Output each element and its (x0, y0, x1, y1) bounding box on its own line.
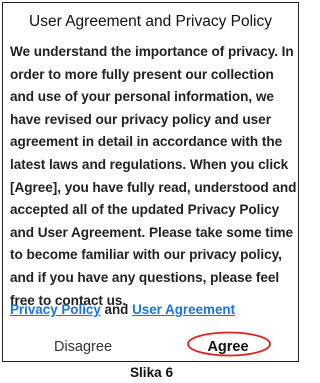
policy-links: Privacy Policy and User Agreement (10, 301, 235, 319)
agreement-dialog: User Agreement and Privacy Policy We und… (2, 2, 299, 362)
dialog-button-row: Disagree Agree (3, 331, 298, 361)
disagree-button[interactable]: Disagree (13, 331, 153, 361)
links-connector: and (100, 302, 133, 317)
privacy-policy-link[interactable]: Privacy Policy (10, 302, 101, 317)
figure-caption: Slika 6 (129, 365, 174, 380)
dialog-title: User Agreement and Privacy Policy (29, 13, 272, 30)
agree-button[interactable]: Agree (158, 331, 298, 361)
user-agreement-link[interactable]: User Agreement (132, 302, 235, 317)
dialog-body-text: We understand the importance of privacy.… (10, 44, 297, 308)
